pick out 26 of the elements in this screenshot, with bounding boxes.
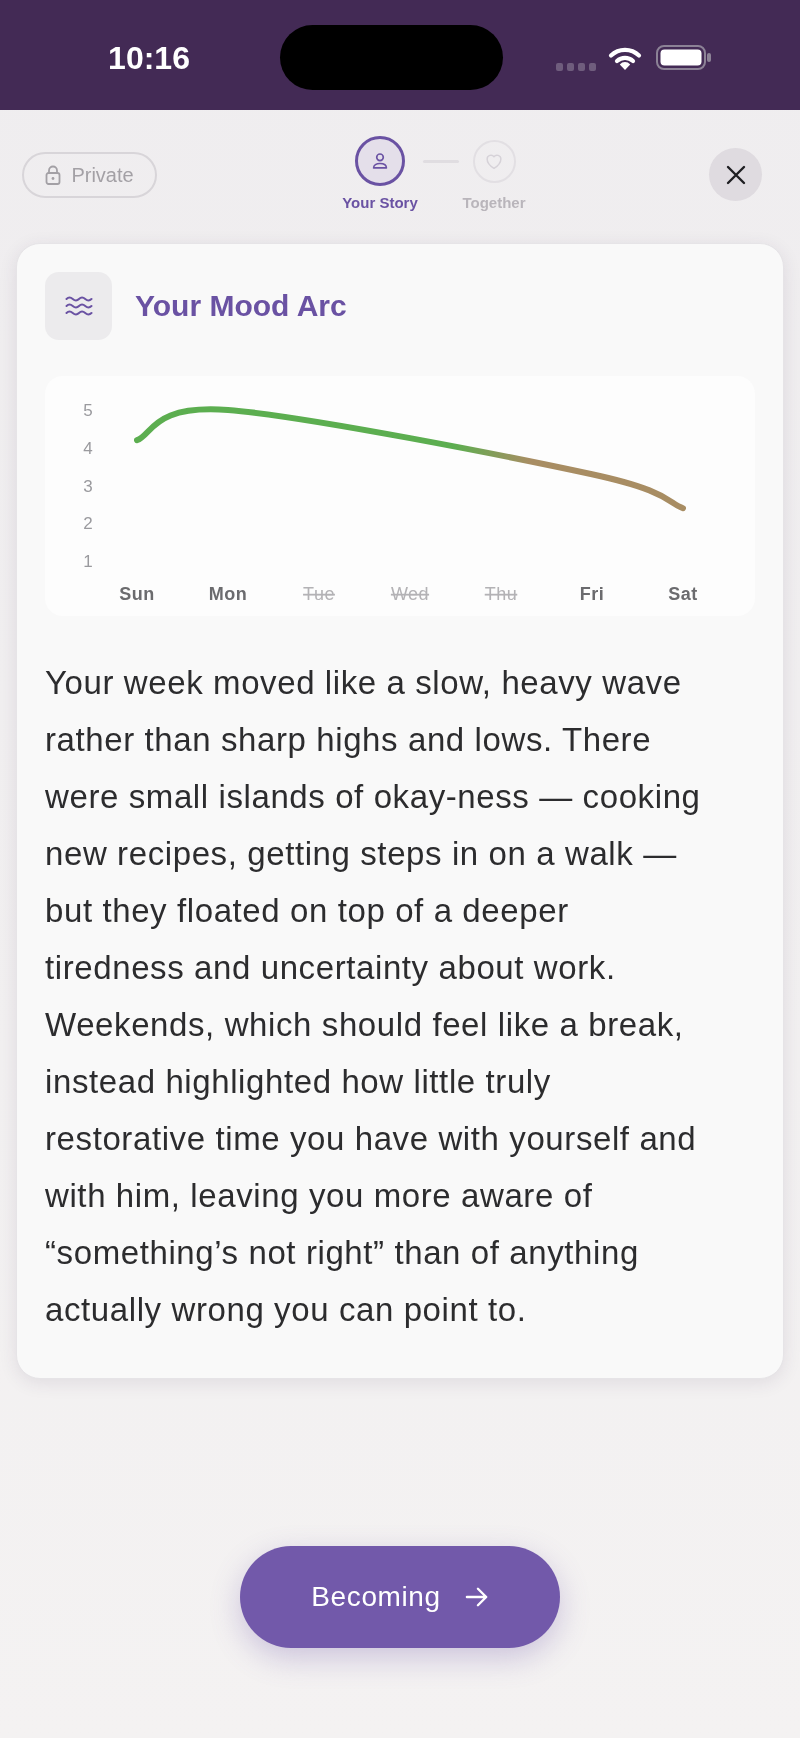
step-tab[interactable]: Your Story — [337, 136, 423, 212]
y-axis-label: 2 — [83, 514, 93, 534]
y-axis-label: 5 — [83, 401, 93, 420]
day-label: Thu — [484, 584, 518, 604]
lock-icon — [45, 165, 62, 185]
close-button[interactable] — [709, 148, 762, 201]
y-axis-label: 4 — [83, 438, 93, 458]
signal-icon — [556, 62, 596, 71]
status-time: 10:16 — [108, 39, 190, 78]
close-icon — [725, 164, 746, 185]
day-label: Sun — [119, 584, 155, 604]
day-label: Fri — [579, 584, 605, 604]
waves-icon — [45, 272, 112, 340]
day-label: Tue — [303, 584, 335, 604]
battery-icon — [656, 45, 711, 70]
y-axis-label: 1 — [83, 552, 93, 571]
arrow-right-icon — [464, 1586, 489, 1608]
wifi-icon — [608, 45, 642, 70]
y-axis-label: 3 — [83, 476, 93, 496]
day-label: Mon — [208, 584, 248, 604]
card-title: Your Mood Arc — [135, 288, 347, 324]
summary-text: Your week moved like a slow, heavy wave rather than sharp highs and lows. There were small islands of okay-ness — cooking new recipes, getting steps in on a walk — but they floated on top of a deeper tiredness and uncertainty about work. Weekends, which should feel like a break, instead highlighted how little truly restorative time you have with yourself and with him, leaving you more aware of “something’s not right” than of anything actually wrong you can point to. — [45, 663, 702, 1330]
person-icon — [355, 136, 405, 186]
day-label: Wed — [390, 584, 430, 604]
next-button[interactable]: Becoming — [240, 1546, 560, 1648]
day-label: Sat — [668, 584, 698, 604]
